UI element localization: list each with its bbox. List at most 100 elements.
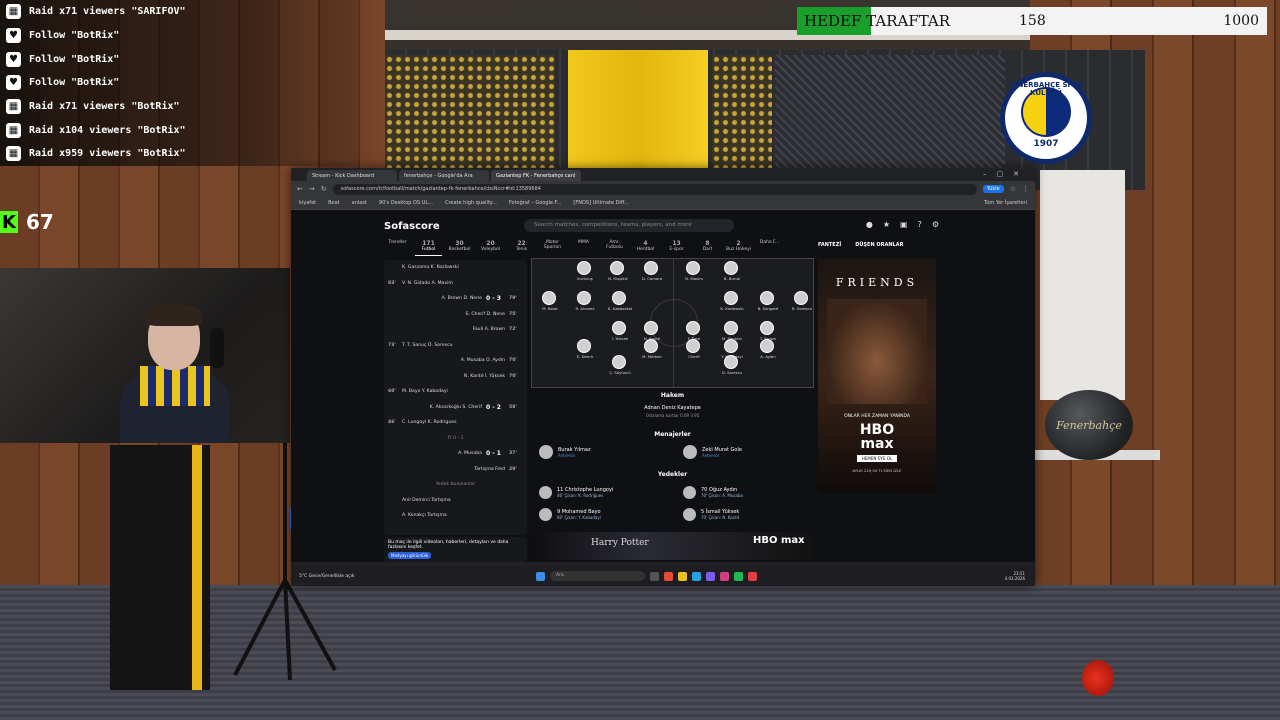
player-marker[interactable]: K. Kozlowski [720, 291, 744, 311]
microphone [210, 328, 224, 368]
player-marker[interactable]: A. Aydın [760, 339, 776, 359]
app-icon[interactable] [706, 571, 715, 581]
sport-tab[interactable]: 13 E-spor [663, 240, 690, 256]
bookmark[interactable]: Create high quality... [445, 200, 497, 206]
player-marker[interactable]: T. Brown [760, 321, 776, 341]
app-icon[interactable] [692, 571, 701, 581]
referee-name[interactable]: Adnan Deniz Kayatepe [531, 405, 814, 411]
sport-tab[interactable]: 2 Buz Hokeyi [725, 240, 752, 256]
sport-tab[interactable]: 22 Tenis [508, 240, 535, 256]
bookmark[interactable]: 90's Desktop OS UL... [379, 200, 433, 206]
window-controls[interactable]: –▢✕ [983, 170, 1029, 178]
weather-widget[interactable]: 5°C Gece/Genellikle açık [299, 574, 354, 579]
player-marker[interactable]: Cherif [686, 339, 700, 359]
player-marker[interactable]: R. Alvarez [576, 291, 594, 311]
sport-tab[interactable]: Trendler [384, 240, 411, 256]
substitute-row[interactable]: 70 Oğuz Aydın 70' Çıkan: A. Musaba [683, 486, 743, 499]
player-marker[interactable]: B. Sorescu [792, 291, 812, 311]
player-marker[interactable]: F. Fred [686, 321, 700, 341]
search-input[interactable]: Search matches, competitions, teams, pla… [524, 219, 734, 232]
reload-icon[interactable]: ↻ [321, 185, 327, 193]
star-icon[interactable]: ☆ [1010, 185, 1016, 193]
stream-alert-feed: ▦ Raid x71 viewers "SARIFOV" ♥ Follow "Bot… [0, 0, 385, 166]
sport-tab[interactable]: 8 Dart [694, 240, 721, 256]
substitute-row[interactable]: 11 Christophe Lungoyi 46' Çıkan: K. Rodri… [539, 486, 613, 499]
sofascore-logo[interactable]: Sofascore [384, 221, 440, 232]
sport-tab[interactable]: 171 Futbol [415, 240, 442, 256]
player-marker[interactable]: E. Demir [577, 339, 593, 359]
player-marker[interactable]: B. Sangaré [758, 291, 778, 311]
windows-taskbar: 5°C Gece/Genellikle açık Ara 23:51 4.03.… [291, 566, 1035, 586]
tab-kick[interactable]: Stream - Kick Dashboard [307, 170, 397, 181]
alert-item: ▦ Raid x71 viewers "SARIFOV" [0, 0, 385, 24]
address-row: ← → ↻ sofascore.com/tr/football/match/ga… [291, 181, 1035, 197]
help-icon[interactable]: ? [918, 220, 922, 229]
chat-icon[interactable]: ▣ [900, 220, 908, 229]
substitute-row[interactable]: 9 Mohamed Bayo 60' Çıkan: Y. Kabadayi [539, 508, 601, 521]
menu-icon[interactable]: ⋮ [1022, 185, 1029, 193]
avatar[interactable]: ● [866, 220, 873, 229]
bookmark[interactable]: [FNOS] Ultimate Diff... [573, 200, 629, 206]
alert-text: Raid x71 viewers "SARIFOV" [29, 6, 186, 18]
bookmark[interactable]: anlast [352, 200, 367, 206]
manager-away[interactable]: Zeki Murat Gole Antrenör [683, 445, 742, 459]
player-marker[interactable]: B. Buruk [724, 261, 740, 281]
star-icon[interactable]: ★ [883, 220, 890, 229]
player-marker[interactable]: Kurtuluş [577, 261, 593, 281]
sport-tab[interactable]: 20 Voleybol [477, 240, 504, 256]
player-marker[interactable]: N. Mujakić [608, 261, 628, 281]
player-marker[interactable]: K. Kabasakal [608, 291, 632, 311]
sport-tab[interactable]: 4 Hentbol [632, 240, 659, 256]
start-icon[interactable] [536, 571, 545, 581]
tab-sofascore[interactable]: Gaziantep FK - Fenerbahçe canl [491, 170, 581, 181]
sofascore-page: Sofascore Search matches, competitions, … [291, 210, 1035, 562]
player-marker[interactable]: İ. Yüksek [612, 321, 628, 341]
referee-stats: Ortalama kartlar 0.09 3.95 [645, 413, 700, 418]
url-bar[interactable]: sofascore.com/tr/football/match/gaziante… [332, 183, 977, 195]
fantasy-link[interactable]: FANTEZİ [818, 242, 841, 248]
gear-icon[interactable]: ⚙ [932, 220, 939, 229]
harry-potter-banner[interactable]: Harry Potter HBO max [531, 532, 814, 560]
bookmark[interactable]: Fotoğraf – Google F... [509, 200, 562, 206]
bookmark[interactable]: kiyafet [299, 200, 316, 206]
bookmark[interactable]: Beat [328, 200, 340, 206]
player-marker[interactable]: D. Sorescu [722, 355, 742, 375]
sport-tab[interactable]: 30 Basketbol [446, 240, 473, 256]
sport-tab[interactable]: Amr. Futbolu [601, 240, 628, 256]
forward-icon[interactable]: → [309, 185, 315, 193]
sport-tab[interactable]: Daha F... [756, 240, 783, 256]
app-icon[interactable] [720, 571, 729, 581]
player-marker[interactable]: M. Merken [642, 339, 662, 359]
app-icon[interactable] [664, 571, 673, 581]
player-marker[interactable]: Ç. Söyüncü [609, 355, 631, 375]
all-bookmarks[interactable]: Tüm Yer İşaretleri [984, 200, 1027, 206]
player-marker[interactable]: D. Camara [642, 261, 662, 281]
friends-hbo-ad[interactable]: FRIENDS ONLAR HER ZAMAN YANINDA HBO max H… [818, 258, 936, 493]
substitute-row[interactable]: 5 İsmail Yüksek 70' Çıkan: N. Kanté [683, 508, 739, 521]
player-marker[interactable]: M. Skriniar [722, 321, 742, 341]
sport-tab[interactable]: Motor Sporları [539, 240, 566, 256]
media-promo: Bu maç ile ilgili videoları, haberleri, … [384, 537, 527, 562]
upload-button[interactable]: Yükle [982, 185, 1004, 193]
system-clock[interactable]: 23:51 4.03.2026 [1005, 571, 1025, 581]
player-marker[interactable]: M. Bolat [542, 291, 558, 311]
taskview-icon[interactable] [650, 571, 659, 581]
sport-tab[interactable]: MMA [570, 240, 597, 256]
taskbar-apps: Ara [536, 571, 757, 581]
match-event-row: N. Kanté İ. Yüksek 70' [463, 373, 517, 379]
tab-google[interactable]: fenerbahçe - Google'da Ara [399, 170, 489, 181]
player-marker[interactable]: N. Maxim [685, 261, 703, 281]
bookmarks-bar: kiyafet Beat anlast 90's Desktop OS UL..… [291, 197, 1035, 210]
pen-logo-icon [1082, 660, 1114, 696]
dropping-odds-link[interactable]: DÜŞEN ORANLAR [855, 242, 903, 248]
spotify-icon[interactable] [734, 571, 743, 581]
folder-icon[interactable] [678, 571, 687, 581]
app-icon[interactable] [748, 571, 757, 581]
player-marker[interactable]: Y. Kabadayi [721, 339, 743, 359]
taskbar-search[interactable]: Ara [550, 571, 645, 581]
player-marker[interactable]: N. Kanté [644, 321, 660, 341]
manager-home[interactable]: Burak Yılmaz Antrenör [539, 445, 591, 459]
match-event-row: 83' V. N. Gidado A. Maxim [388, 280, 453, 286]
back-icon[interactable]: ← [297, 185, 303, 193]
view-media-button[interactable]: Medyayı görüntüle [388, 552, 432, 559]
